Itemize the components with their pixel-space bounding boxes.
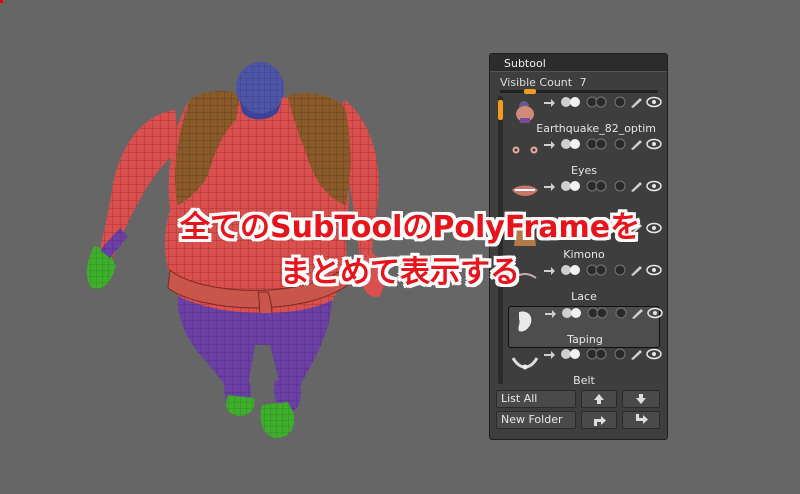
visible-count-label: Visible Count <box>500 76 573 89</box>
polyframe-toggle-icon[interactable] <box>587 307 609 319</box>
polyframe-toggle-icon[interactable] <box>586 138 608 150</box>
move-up-button[interactable] <box>581 390 617 408</box>
visibility-toggle-icon[interactable] <box>560 348 582 360</box>
subtool-label: Belt <box>573 374 595 387</box>
new-folder-button[interactable]: New Folder <box>496 411 576 429</box>
subtool-row-controls <box>542 180 662 194</box>
solo-toggle-icon[interactable] <box>614 180 626 192</box>
subtool-row-controls <box>542 348 662 362</box>
arrow-down-icon <box>636 394 646 404</box>
brush-icon[interactable] <box>630 180 644 192</box>
panel-title: Subtool <box>504 57 546 70</box>
move-right-down-button[interactable] <box>622 411 660 429</box>
eye-icon[interactable] <box>647 307 663 319</box>
caption-line-1: 全てのSubToolのPolyFrameを <box>180 210 641 245</box>
subtool-row[interactable]: Earthquake_82_optim <box>508 96 662 138</box>
visible-count-value: 7 <box>579 76 587 89</box>
bend-down-right-icon <box>636 414 648 424</box>
subtool-label: Taping <box>567 333 603 346</box>
folder-arrow-icon[interactable] <box>543 307 557 319</box>
bend-up-right-icon <box>594 416 606 426</box>
subtool-row[interactable]: Eyes <box>508 138 662 180</box>
folder-arrow-icon[interactable] <box>542 96 556 108</box>
visibility-toggle-icon[interactable] <box>560 180 582 192</box>
eyes-thumbnail[interactable] <box>510 140 540 166</box>
arrow-up-icon <box>594 394 604 404</box>
brush-icon[interactable] <box>630 138 644 150</box>
folder-arrow-icon[interactable] <box>542 180 556 192</box>
eye-icon[interactable] <box>646 348 662 360</box>
eye-icon[interactable] <box>646 96 662 108</box>
subtool-row-controls <box>542 138 662 152</box>
caption-line-2: まとめて表示する <box>280 255 520 290</box>
visibility-toggle-icon[interactable] <box>560 96 582 108</box>
eye-icon[interactable] <box>646 180 662 192</box>
solo-toggle-icon[interactable] <box>614 96 626 108</box>
eye-icon[interactable] <box>646 264 662 276</box>
subtool-row-controls <box>543 307 663 321</box>
belt-thumbnail[interactable] <box>510 350 540 376</box>
visible-count[interactable]: Visible Count 7 <box>500 76 587 89</box>
subtool-label: Lace <box>571 290 597 303</box>
slider-knob[interactable] <box>524 89 536 94</box>
brush-icon[interactable] <box>630 96 644 108</box>
move-down-button[interactable] <box>622 390 660 408</box>
subtool-label: Earthquake_82_optim <box>536 122 656 135</box>
solo-toggle-icon[interactable] <box>614 348 626 360</box>
subtool-label: Eyes <box>571 164 597 177</box>
polyframe-toggle-icon[interactable] <box>586 348 608 360</box>
panel-header[interactable]: Subtool <box>490 54 667 72</box>
brush-icon[interactable] <box>631 307 645 319</box>
scroll-thumb[interactable] <box>498 100 503 120</box>
polyframe-toggle-icon[interactable] <box>586 96 608 108</box>
subtool-row[interactable]: Taping <box>508 306 663 348</box>
visible-count-slider[interactable] <box>500 89 658 94</box>
folder-arrow-icon[interactable] <box>542 348 556 360</box>
solo-toggle-icon[interactable] <box>615 307 627 319</box>
visibility-toggle-icon[interactable] <box>560 138 582 150</box>
body-thumbnail[interactable] <box>510 98 540 124</box>
subtool-row-controls <box>542 96 662 110</box>
brush-icon[interactable] <box>630 348 644 360</box>
move-right-up-button[interactable] <box>581 411 617 429</box>
taping-thumbnail[interactable] <box>511 309 541 335</box>
brush-icon[interactable] <box>630 264 644 276</box>
visibility-toggle-icon[interactable] <box>561 307 583 319</box>
solo-toggle-icon[interactable] <box>614 138 626 150</box>
list-all-button[interactable]: List All <box>496 390 576 408</box>
polyframe-toggle-icon[interactable] <box>586 180 608 192</box>
folder-arrow-icon[interactable] <box>542 138 556 150</box>
eye-icon[interactable] <box>646 138 662 150</box>
subtool-row[interactable]: Belt <box>508 348 662 390</box>
eye-icon[interactable] <box>646 222 662 234</box>
